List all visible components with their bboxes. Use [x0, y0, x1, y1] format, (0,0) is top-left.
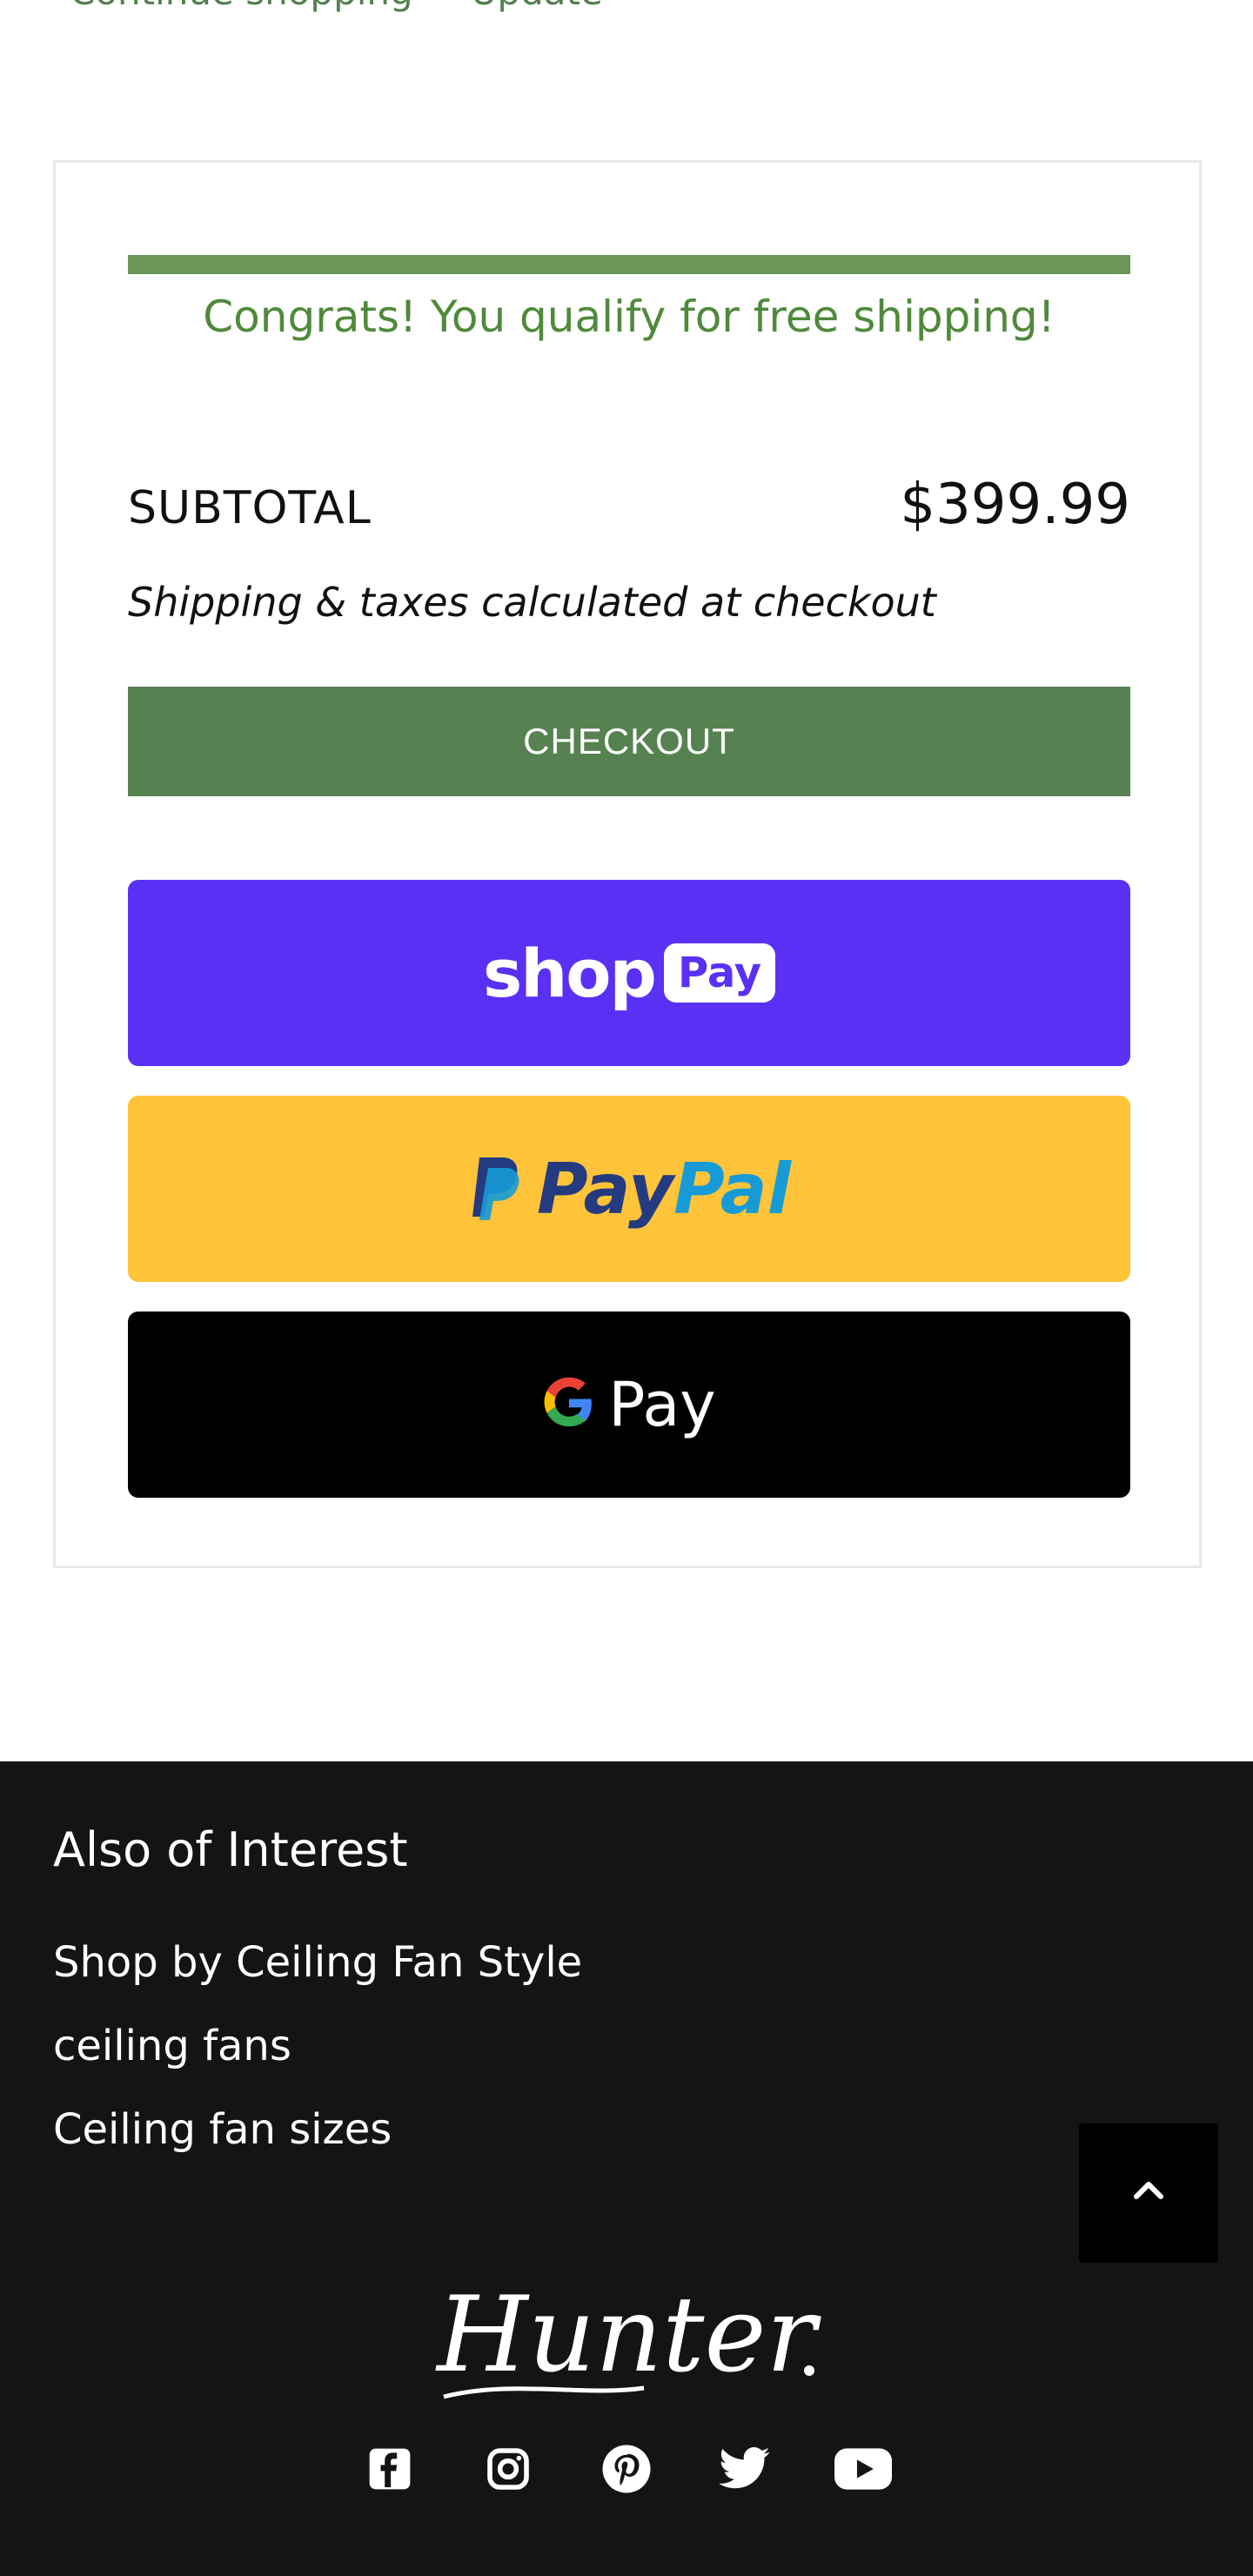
svg-text:Hunter: Hunter	[435, 2275, 821, 2396]
cart-top-links: Continue shopping Update	[70, 0, 603, 13]
google-g-icon	[542, 1376, 596, 1433]
update-link[interactable]: Update	[471, 0, 603, 13]
hunter-logo[interactable]: Hunter	[409, 2266, 844, 2423]
paypal-button[interactable]: PayPal	[128, 1096, 1130, 1282]
paypal-pay-text: Pay	[536, 1148, 674, 1230]
footer-link-ceiling-fans[interactable]: ceiling fans	[53, 2024, 582, 2068]
instagram-icon[interactable]	[479, 2440, 537, 2498]
youtube-icon[interactable]	[834, 2440, 892, 2498]
footer-links: Shop by Ceiling Fan Style ceiling fans C…	[53, 1941, 582, 2151]
cart-summary: Congrats! You qualify for free shipping!…	[53, 160, 1202, 1568]
site-footer: Also of Interest Shop by Ceiling Fan Sty…	[0, 1761, 1253, 2576]
twitter-icon[interactable]	[716, 2440, 774, 2498]
chevron-up-icon	[1128, 2170, 1169, 2216]
shop-pay-button[interactable]: shop Pay	[128, 880, 1130, 1066]
shop-pay-logo-text: shop	[482, 934, 657, 1012]
pinterest-icon[interactable]	[598, 2440, 655, 2498]
paypal-pal-text: Pal	[673, 1148, 792, 1230]
social-links	[0, 2440, 1253, 2498]
continue-shopping-link[interactable]: Continue shopping	[70, 0, 413, 13]
facebook-icon[interactable]	[361, 2440, 419, 2498]
footer-link-ceiling-fan-sizes[interactable]: Ceiling fan sizes	[53, 2108, 582, 2151]
back-to-top-button[interactable]	[1079, 2123, 1218, 2263]
subtotal-label: SUBTOTAL	[128, 482, 372, 534]
checkout-button[interactable]: CHECKOUT	[128, 687, 1130, 796]
shipping-note: Shipping & taxes calculated at checkout	[128, 579, 936, 626]
subtotal-row: SUBTOTAL $399.99	[128, 473, 1130, 537]
shop-pay-pill: Pay	[663, 943, 776, 1003]
footer-title: Also of Interest	[53, 1822, 408, 1877]
google-pay-button[interactable]: Pay	[128, 1311, 1130, 1498]
paypal-icon	[467, 1152, 523, 1225]
google-pay-text: Pay	[608, 1369, 716, 1440]
subtotal-value: $399.99	[900, 473, 1130, 537]
footer-link-ceiling-fan-style[interactable]: Shop by Ceiling Fan Style	[53, 1941, 582, 1984]
free-shipping-message: Congrats! You qualify for free shipping!	[203, 292, 1055, 342]
free-shipping-progress-bar	[128, 255, 1130, 274]
